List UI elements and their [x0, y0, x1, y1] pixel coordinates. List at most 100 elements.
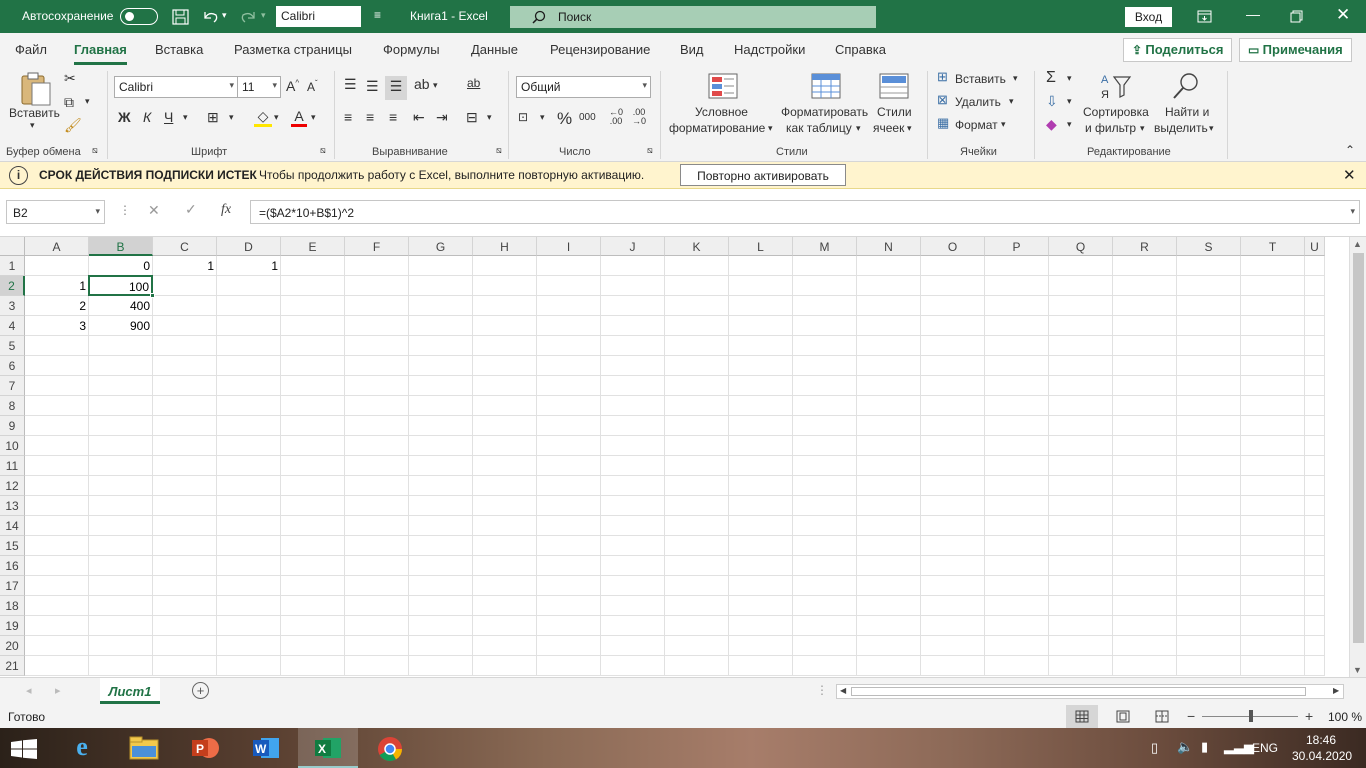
page-break-view-icon[interactable] — [1155, 710, 1169, 723]
cell-f2[interactable] — [345, 276, 409, 296]
row-header[interactable]: 20 — [0, 636, 25, 656]
cell-s9[interactable] — [1177, 416, 1241, 436]
cell-h11[interactable] — [473, 456, 537, 476]
align-right-icon[interactable]: ≡ — [389, 109, 397, 125]
cell-k15[interactable] — [665, 536, 729, 556]
select-all-corner[interactable] — [0, 237, 25, 256]
cell-j1[interactable] — [601, 256, 665, 276]
cell-m1[interactable] — [793, 256, 857, 276]
cell-m16[interactable] — [793, 556, 857, 576]
cell-b12[interactable] — [89, 476, 153, 496]
cell-s14[interactable] — [1177, 516, 1241, 536]
cell-j8[interactable] — [601, 396, 665, 416]
share-button[interactable]: ⇪ Поделиться — [1123, 38, 1233, 62]
cell-c19[interactable] — [153, 616, 217, 636]
cell-e17[interactable] — [281, 576, 345, 596]
cell-m21[interactable] — [793, 656, 857, 676]
cell-l6[interactable] — [729, 356, 793, 376]
row-header[interactable]: 16 — [0, 556, 25, 576]
taskbar-excel[interactable]: X — [298, 728, 358, 768]
find-select-icon[interactable] — [1170, 71, 1202, 101]
row-header[interactable]: 7 — [0, 376, 25, 396]
cell-h3[interactable] — [473, 296, 537, 316]
cell-n6[interactable] — [857, 356, 921, 376]
cell-f5[interactable] — [345, 336, 409, 356]
cell-e11[interactable] — [281, 456, 345, 476]
cell-b20[interactable] — [89, 636, 153, 656]
cell-d2[interactable] — [217, 276, 281, 296]
row-header[interactable]: 14 — [0, 516, 25, 536]
cell-c9[interactable] — [153, 416, 217, 436]
clock-time[interactable]: 18:46 — [1306, 733, 1336, 747]
tab-formulas[interactable]: Формулы — [383, 42, 440, 57]
row-header[interactable]: 3 — [0, 296, 25, 316]
cell-d12[interactable] — [217, 476, 281, 496]
cell-b14[interactable] — [89, 516, 153, 536]
cell-m3[interactable] — [793, 296, 857, 316]
cell-a16[interactable] — [25, 556, 89, 576]
cell-u6[interactable] — [1305, 356, 1325, 376]
cell-k5[interactable] — [665, 336, 729, 356]
conditional-formatting-label-2[interactable]: форматирование — [669, 121, 765, 135]
cell-u7[interactable] — [1305, 376, 1325, 396]
cell-q10[interactable] — [1049, 436, 1113, 456]
insert-cells-label[interactable]: Вставить — [955, 72, 1006, 86]
previous-sheet-icon[interactable]: ◂ — [26, 684, 32, 697]
cell-p14[interactable] — [985, 516, 1049, 536]
cell-j3[interactable] — [601, 296, 665, 316]
cell-j19[interactable] — [601, 616, 665, 636]
underline-button[interactable]: Ч — [164, 109, 173, 125]
tab-home[interactable]: Главная — [74, 42, 127, 65]
cell-g18[interactable] — [409, 596, 473, 616]
cell-t12[interactable] — [1241, 476, 1305, 496]
format-as-table-label-2[interactable]: как таблицу — [786, 121, 852, 135]
cell-b4[interactable]: 900 — [89, 316, 153, 336]
cell-j20[interactable] — [601, 636, 665, 656]
cell-m11[interactable] — [793, 456, 857, 476]
cell-g17[interactable] — [409, 576, 473, 596]
autosum-icon[interactable]: Σ — [1046, 69, 1056, 87]
cell-n15[interactable] — [857, 536, 921, 556]
cell-a19[interactable] — [25, 616, 89, 636]
row-header[interactable]: 8 — [0, 396, 25, 416]
cell-q5[interactable] — [1049, 336, 1113, 356]
cell-a2[interactable]: 1 — [25, 276, 89, 296]
cell-n13[interactable] — [857, 496, 921, 516]
cell-e5[interactable] — [281, 336, 345, 356]
cell-t13[interactable] — [1241, 496, 1305, 516]
cell-k19[interactable] — [665, 616, 729, 636]
cell-j4[interactable] — [601, 316, 665, 336]
cell-i5[interactable] — [537, 336, 601, 356]
cell-t4[interactable] — [1241, 316, 1305, 336]
expand-formula-icon[interactable]: ▾ — [1350, 206, 1355, 217]
cell-r15[interactable] — [1113, 536, 1177, 556]
cell-f8[interactable] — [345, 396, 409, 416]
cell-i17[interactable] — [537, 576, 601, 596]
scroll-down-icon[interactable]: ▼ — [1353, 665, 1362, 675]
column-header[interactable]: B — [89, 237, 153, 256]
cell-i3[interactable] — [537, 296, 601, 316]
cell-m18[interactable] — [793, 596, 857, 616]
cell-q16[interactable] — [1049, 556, 1113, 576]
decrease-decimal-icon[interactable]: .00 →0 — [632, 108, 646, 126]
cell-p10[interactable] — [985, 436, 1049, 456]
customize-toolbar-icon[interactable]: ≡ — [374, 8, 381, 22]
cell-p4[interactable] — [985, 316, 1049, 336]
cell-f4[interactable] — [345, 316, 409, 336]
align-middle-icon[interactable]: ☰ — [366, 78, 379, 95]
cell-l16[interactable] — [729, 556, 793, 576]
cell-u3[interactable] — [1305, 296, 1325, 316]
percent-style-button[interactable]: % — [557, 109, 572, 129]
cell-d14[interactable] — [217, 516, 281, 536]
cell-j21[interactable] — [601, 656, 665, 676]
cell-j11[interactable] — [601, 456, 665, 476]
cell-c16[interactable] — [153, 556, 217, 576]
cell-g16[interactable] — [409, 556, 473, 576]
cell-n16[interactable] — [857, 556, 921, 576]
cell-r19[interactable] — [1113, 616, 1177, 636]
cell-p2[interactable] — [985, 276, 1049, 296]
cell-l18[interactable] — [729, 596, 793, 616]
column-header[interactable]: T — [1241, 237, 1305, 256]
cell-n20[interactable] — [857, 636, 921, 656]
cell-k3[interactable] — [665, 296, 729, 316]
